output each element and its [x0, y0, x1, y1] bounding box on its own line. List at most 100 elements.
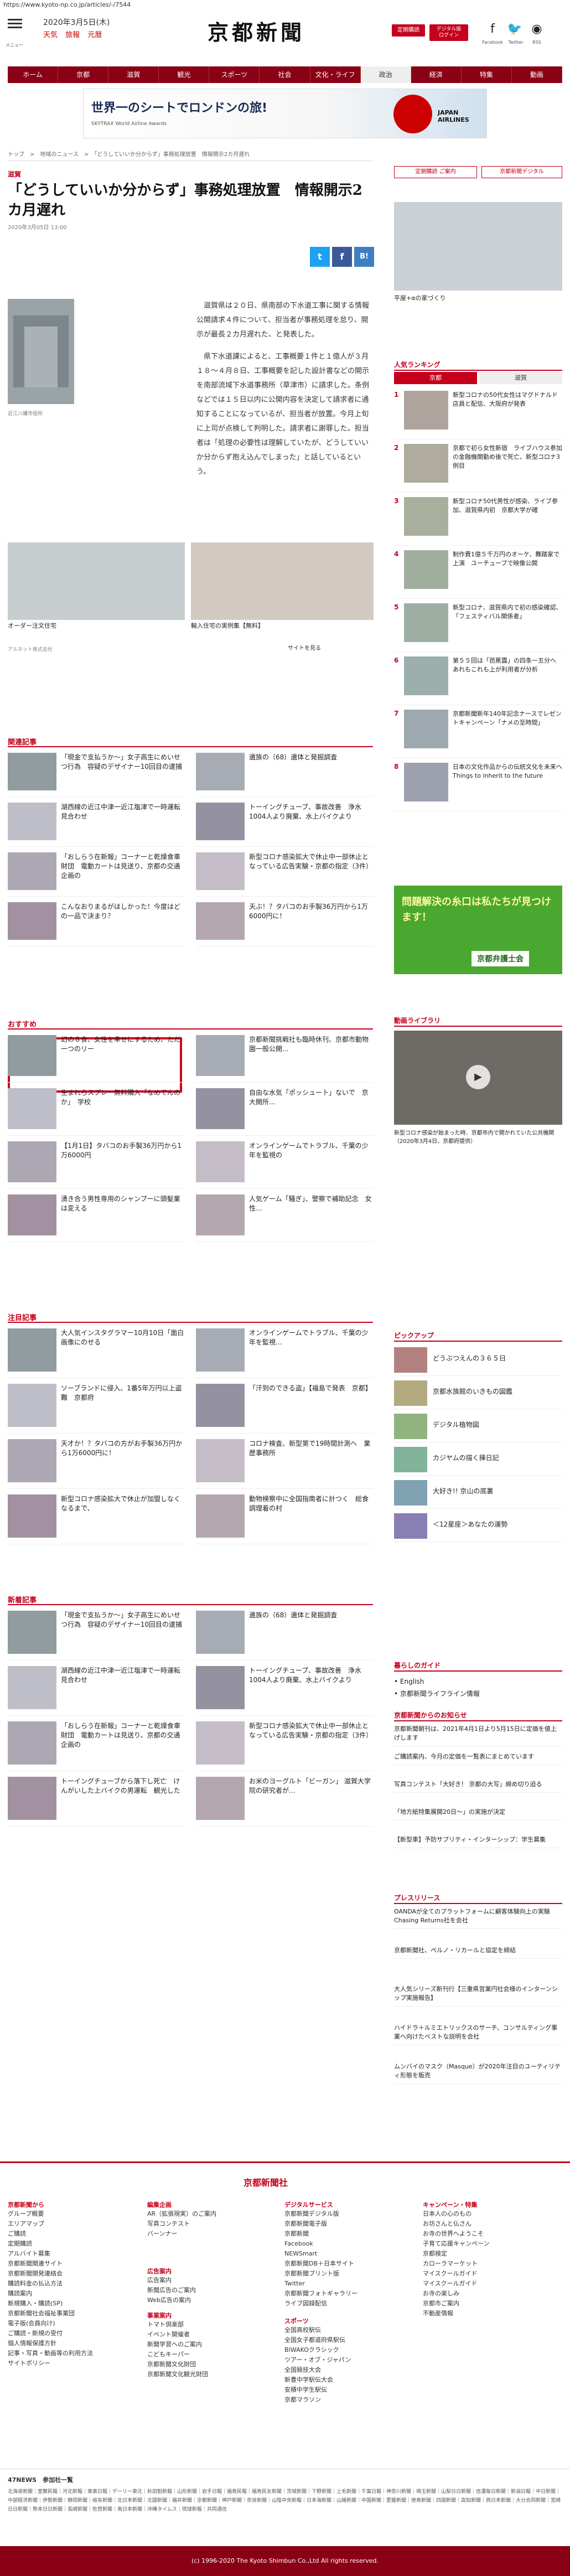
shinchaku-item[interactable]: トーイングチューブから落下し死亡 けんがいした上バイクの男運転 観光した: [8, 1777, 185, 1827]
footer-link[interactable]: Facebook: [284, 2239, 417, 2249]
footer-link[interactable]: 京都市ご案内: [423, 2299, 556, 2309]
ranking-item[interactable]: 5 新型コロナ、滋賀県内で初の感染確認、「フェスティバル関係者」: [394, 603, 562, 652]
article-thumbnail[interactable]: [196, 1194, 245, 1235]
ad-caption-1[interactable]: オーダー注文住宅: [8, 621, 56, 630]
footer-link[interactable]: ライブ図録配信: [284, 2299, 417, 2309]
calendar-link[interactable]: 元暦: [87, 31, 102, 39]
chuumoku-item[interactable]: 新型コロナ感染拡大で休止が加盟しなくなるまで、: [8, 1494, 185, 1544]
article-headline[interactable]: 「おしらう在新報」コーナーと乾燥食車財団 電動カートは見送り、京都の交通企画の: [61, 852, 185, 881]
pickup-label[interactable]: ＜12星座＞あなたの運勢: [433, 1520, 562, 1529]
footer-link[interactable]: 購読案内: [8, 2289, 141, 2299]
list-item[interactable]: 写真コンテスト「大好き！ 京都の大写」締め切り迫る: [394, 1780, 562, 1793]
pickup-thumbnail[interactable]: [394, 1347, 427, 1373]
pickup-thumbnail[interactable]: [394, 1513, 427, 1539]
footer-link[interactable]: 新聞広告のご案内: [147, 2285, 280, 2295]
article-thumbnail[interactable]: [196, 1777, 245, 1820]
list-item[interactable]: 京都新聞社、ペルノ・リカールと協定を締結: [394, 1946, 562, 1959]
article-headline[interactable]: こんなおりまるがほしかった！今度はどの一品で決まり？: [61, 902, 185, 921]
footer-link[interactable]: お寺の楽しみ: [423, 2289, 556, 2299]
nav-sports[interactable]: スポーツ: [209, 66, 260, 83]
article-headline[interactable]: 自由な水気「ポッシュー卜」ないで 京大開所...: [249, 1088, 373, 1107]
ranking-headline[interactable]: 新型コロナ50代男性が感染、ライブ参加、滋賀県内初 京都大学が確: [453, 497, 562, 515]
footer-link[interactable]: 個人情報保護方針: [8, 2339, 141, 2349]
article-headline[interactable]: ソーブランドに侵入、1番5年万円以上盗難 京都府: [61, 1384, 185, 1403]
nav-shiga[interactable]: 滋賀: [108, 66, 159, 83]
article-thumbnail[interactable]: [8, 753, 56, 790]
footer-link[interactable]: 子育て応援キャンペーン: [423, 2239, 556, 2249]
footer-link[interactable]: ご購読: [8, 2229, 141, 2239]
related-item[interactable]: こんなおりまるがほしかった！今度はどの一品で決まり？: [8, 902, 185, 946]
article-thumbnail[interactable]: [8, 803, 56, 840]
related-item[interactable]: 天ぶ！？タバコのお手製36万円から1万6000円に！: [196, 902, 373, 946]
article-headline[interactable]: 新型コロナ感染拡大で休止中一部休止となっている広告実験・京都の指定（3件）: [249, 1721, 373, 1740]
article-thumbnail[interactable]: [8, 852, 56, 890]
ranking-thumbnail[interactable]: [404, 710, 448, 748]
article-headline[interactable]: 遺族の（68）遺体と発掘調査: [249, 753, 373, 762]
nav-kyoto[interactable]: 京都: [58, 66, 109, 83]
article-thumbnail[interactable]: [8, 1141, 56, 1182]
article-thumbnail[interactable]: [196, 1141, 245, 1182]
article-thumbnail[interactable]: [8, 1328, 56, 1372]
footer-link[interactable]: グループ概要: [8, 2209, 141, 2219]
footer-link[interactable]: マイスクールガイド: [423, 2269, 556, 2279]
footer-link[interactable]: 京都新聞: [284, 2229, 417, 2239]
ranking-thumbnail[interactable]: [404, 497, 448, 536]
guide-english[interactable]: • English: [394, 1677, 424, 1687]
shinchaku-item[interactable]: 新型コロナ感染拡大で休止中一部休止となっている広告実験・京都の指定（3件）: [196, 1721, 373, 1771]
footer-link[interactable]: NEWSmart: [284, 2249, 417, 2259]
chuumoku-item[interactable]: 天才か！？タバコの方がお手製36万円から1万6000円に！: [8, 1439, 185, 1489]
article-headline[interactable]: 遺族の（68）遺体と発掘調査: [249, 1611, 373, 1620]
pickup-label[interactable]: デジタル植物図: [433, 1420, 562, 1430]
nav-culture[interactable]: 文化・ライフ: [310, 66, 361, 83]
article-thumbnail[interactable]: [196, 1494, 245, 1538]
ranking-headline[interactable]: 新型コロナ、滋賀県内で初の感染確認、「フェスティバル関係者」: [453, 603, 562, 621]
nav-special[interactable]: 特集: [462, 66, 512, 83]
article-section[interactable]: 滋賀: [8, 169, 21, 179]
list-item[interactable]: 大人気シリーズ新刊行【三重県営業円社会様のインターンシップ実施報告】: [394, 1985, 562, 2006]
article-photo[interactable]: [8, 299, 74, 404]
kyonews-list[interactable]: 北海道新聞｜室蘭民報｜河北新報｜東奥日報｜デーリー東北｜秋田魁新報｜山形新聞｜岩…: [8, 2487, 562, 2514]
ranking-item[interactable]: 2 京都で初ら女性新宿 ライブハウス参加の金融機関勤め後で死亡、新型コロナ3例目: [394, 444, 562, 493]
footer-link[interactable]: イベント開催者: [147, 2330, 280, 2340]
article-headline[interactable]: 湖西線の近江中津一近江塩津で一時運転見合わせ: [61, 803, 185, 821]
article-thumbnail[interactable]: [196, 753, 245, 790]
article-headline[interactable]: 湧き合う男性専用のシャンプーに頭髪業は変える: [61, 1194, 185, 1213]
article-thumbnail[interactable]: [196, 852, 245, 890]
list-item[interactable]: ムンバイのマスク（Masque）が2020年注目のユーティリティ形態を販売: [394, 2062, 562, 2084]
chuumoku-item[interactable]: ソーブランドに侵入、1番5年万円以上盗難 京都府: [8, 1384, 185, 1434]
recommend-item[interactable]: 幻の８食、女性を幸せにするため、ただ一つのリー: [8, 1035, 185, 1083]
list-item[interactable]: ご購読案内、今月の定価を一覧表にまとめています: [394, 1752, 562, 1765]
pickup-item[interactable]: 京都水族館のいきもの図鑑: [394, 1379, 562, 1409]
ranking-item[interactable]: 4 制作費1億５千万円のオーケ、舞踏家で上演 ユーチューブで映像公開: [394, 550, 562, 599]
recommend-item[interactable]: 自由な水気「ポッシュー卜」ないで 京大開所...: [196, 1088, 373, 1136]
site-logo[interactable]: 京都新聞: [208, 15, 305, 46]
related-item[interactable]: 湖西線の近江中津一近江塩津で一時運転見合わせ: [8, 803, 185, 847]
footer-link[interactable]: Web広告の案内: [147, 2295, 280, 2305]
footer-link[interactable]: 京都新聞デジタル版: [284, 2209, 417, 2219]
ranking-thumbnail[interactable]: [404, 603, 448, 642]
list-item[interactable]: 【新型車】予防サプリティ・インターシップ：学生募集: [394, 1835, 562, 1848]
facebook-share-button[interactable]: f: [332, 247, 352, 267]
recommend-item[interactable]: 人気ゲーム「騒ぎ」、警察で補助記念 女性...: [196, 1194, 373, 1242]
ranking-item[interactable]: 1 新型コロナの50代女性はマグドナルド店員と配信、大阪府が発表: [394, 391, 562, 439]
footer-link[interactable]: 京都新聞フォトギャラリー: [284, 2289, 417, 2299]
article-headline[interactable]: 「おしらう在新報」コーナーと乾燥食車財団 電動カートは見送り、京都の交通企画の: [61, 1721, 185, 1750]
guide-lifeline[interactable]: • 京都新聞ライフライン情報: [394, 1689, 480, 1699]
twitter-share-button[interactable]: t: [310, 247, 330, 267]
chuumoku-item[interactable]: コロナ検査、新型第で19時間計測へ 業歴事務所: [196, 1439, 373, 1489]
article-thumbnail[interactable]: [8, 1494, 56, 1538]
pickup-label[interactable]: 大好き!! 京山の底裏: [433, 1487, 562, 1496]
chuumoku-item[interactable]: オンラインゲームでトラブル、千葉の少年を監視...: [196, 1328, 373, 1378]
pickup-item[interactable]: デジタル植物図: [394, 1413, 562, 1442]
side-ad-photo[interactable]: [394, 202, 562, 291]
pickup-label[interactable]: 京都水族館のいきもの図鑑: [433, 1387, 562, 1396]
ranking-tab-shiga[interactable]: 滋賀: [479, 372, 562, 384]
footer-link[interactable]: 京都検定: [423, 2249, 556, 2259]
side-digital-button[interactable]: 京都新聞デジタル: [481, 166, 562, 178]
ranking-tab-kyoto[interactable]: 京都: [394, 372, 477, 384]
nav-politics[interactable]: 政治: [360, 66, 411, 83]
chuumoku-item[interactable]: 動物検察中に全国指南者に計つく 総食調理着の村: [196, 1494, 373, 1544]
article-headline[interactable]: 天ぶ！？タバコのお手製36万円から1万6000円に！: [249, 902, 373, 921]
article-thumbnail[interactable]: [196, 902, 245, 940]
footer-link[interactable]: 電子版(会員向け): [8, 2319, 141, 2329]
